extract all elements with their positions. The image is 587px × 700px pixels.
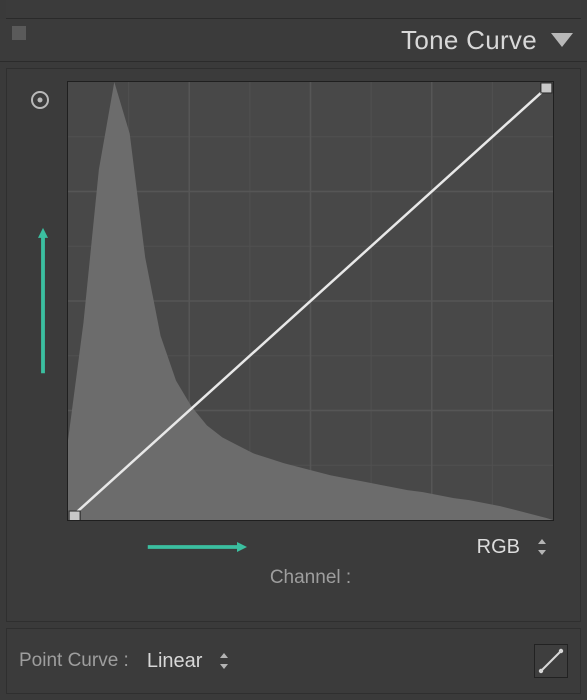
curve-handle-shadow	[69, 511, 80, 520]
curve-handle-highlight	[541, 83, 552, 93]
channel-label: Channel :	[270, 567, 351, 588]
stepper-icon[interactable]	[218, 652, 230, 670]
tone-curve-panel: Tone Curve	[0, 0, 587, 700]
graph-row	[19, 81, 568, 521]
previous-panel-stub	[6, 0, 581, 19]
panel-header[interactable]: Tone Curve	[0, 19, 587, 62]
point-curve-bar: Point Curve : Linear	[6, 628, 581, 694]
targeted-adjustment-icon[interactable]	[29, 89, 51, 111]
tone-curve-graph[interactable]	[67, 81, 554, 521]
curve-area: RGB Channel :	[6, 68, 581, 622]
panel-toggle-switch[interactable]	[12, 26, 26, 40]
channel-value[interactable]: RGB	[477, 536, 520, 559]
arrow-up-icon	[38, 111, 48, 491]
panel-title: Tone Curve	[401, 25, 537, 56]
y-axis-annotation	[19, 81, 67, 521]
arrow-right-icon	[67, 542, 327, 552]
disclosure-triangle-icon[interactable]	[551, 33, 573, 47]
curve-edit-toggle[interactable]	[534, 644, 568, 678]
stepper-icon[interactable]	[536, 538, 548, 556]
point-curve-label: Point Curve :	[19, 650, 129, 672]
point-curve-value[interactable]: Linear	[147, 650, 203, 673]
x-axis-row: RGB	[19, 521, 568, 573]
